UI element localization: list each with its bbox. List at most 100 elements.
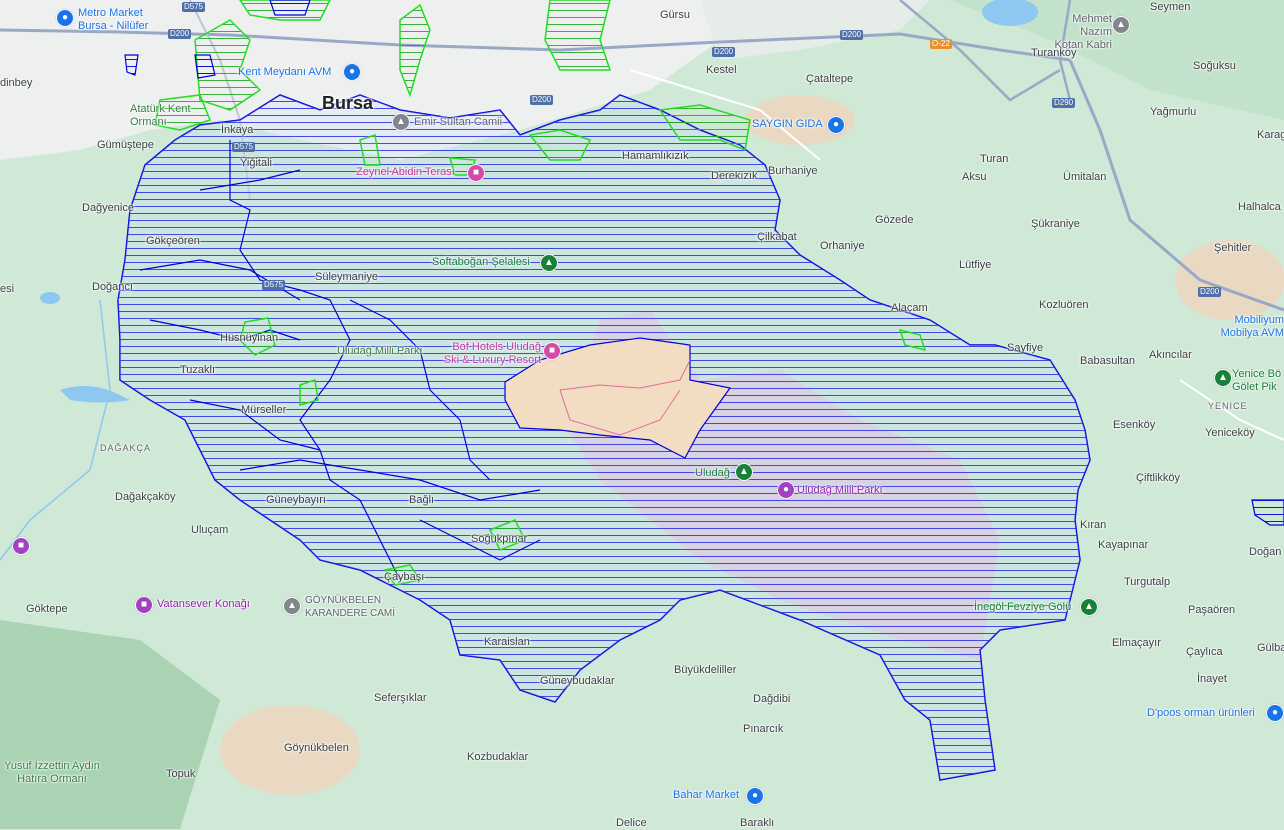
road-shield: D200 [1198,287,1222,297]
mosque-icon[interactable]: ▲ [1112,16,1130,34]
place-label: Gürsu [660,9,690,21]
place-label: Kestel [706,64,737,76]
place-label: Kozbudaklar [467,751,529,763]
place-label: Çiftlikköy [1136,472,1181,484]
place-label: Tuzaklı [180,364,216,376]
road-shield: D200 [712,47,736,57]
poi-label[interactable]: Softaboğan Şelalesi [432,256,530,269]
poi-label[interactable]: Mehmet Nazım Kotan Kabri [1054,13,1112,52]
road-shield: D200 [840,30,864,40]
hotel-icon[interactable]: ■ [543,342,561,360]
place-label: Mürseller [241,404,287,416]
poi-label[interactable]: Emir Sultan Camii [414,116,502,129]
place-label: Göynükbelen [284,742,349,754]
poi-label[interactable]: Yusuf İzzettin Aydın Hatıra Ormanı [0,760,104,786]
place-label: İnkaya [221,124,254,136]
poi-label[interactable]: İnegöl Fevziye Gölü [974,601,1071,614]
region-label: DAĞAKÇA [100,443,152,453]
poi-label[interactable]: Bahar Market [673,789,739,802]
place-label: Dağdibi [753,693,791,705]
place-label: Seferşıklar [374,692,427,704]
poi-label[interactable]: D'poos orman ürünleri [1147,707,1255,720]
place-label: Çataltepe [806,73,854,85]
place-label: Aksu [962,171,987,183]
place-label: Kozluören [1039,299,1089,311]
shopping-bag-icon[interactable]: ● [827,116,845,134]
place-label: Gözede [875,214,914,226]
place-label: Delice [616,817,647,829]
place-label: Doğan [1249,546,1282,558]
place-label: Seymen [1150,1,1191,13]
road-shield: D575 [262,280,286,290]
road-shield: O-22 [930,39,952,49]
road-shield: D290 [1052,98,1076,108]
place-label: Şükraniye [1031,218,1080,230]
poi-label[interactable]: Zeynel Abidin Terası [356,166,455,179]
museum-icon[interactable]: ■ [135,596,153,614]
tree-icon[interactable]: ▲ [1214,369,1232,387]
place-label: Karag [1257,129,1284,141]
place-label: Ümitalan [1063,171,1107,183]
road-shield: D200 [168,29,192,39]
place-label: Alaçam [891,302,928,314]
poi-label[interactable]: Yenice Bö Gölet Pik [1232,368,1284,394]
place-label: Soğukpınar [471,533,528,545]
poi-label[interactable]: Kent Meydanı AVM [238,66,331,79]
poi-label[interactable]: SAYGIN GIDA [752,118,823,131]
poi-label[interactable]: Uludağ [695,467,730,480]
place-label: Bağlı [409,494,435,506]
poi-label[interactable]: Uludağ Milli Parkı [797,484,883,497]
mosque-icon[interactable]: ▲ [392,113,410,131]
place-label: Halhalca [1238,201,1281,213]
poi-label[interactable]: Mobiliyum Mobilya AVM [1208,314,1284,340]
poi-label[interactable]: Bof Hotels Uludağ Ski & Luxury Resort [437,341,541,367]
region-label: YENICE [1208,401,1248,411]
place-label: Hamamlıkızık [622,150,689,162]
place-label: Kıran [1080,519,1107,531]
place-label: Göktepe [26,603,68,615]
poi-label[interactable]: Metro Market Bursa - Nilüfer [78,7,168,33]
tree-icon[interactable]: ▲ [735,463,753,481]
place-label: Çaybaşı [384,571,425,583]
place-label: Derekızık [711,170,758,182]
city-label: Bursa [322,93,374,113]
place-label: Akıncılar [1149,349,1192,361]
tree-icon[interactable]: ▲ [540,254,558,272]
place-label: Topuk [166,768,196,780]
shopping-bag-icon[interactable]: ● [746,787,764,805]
place-label: Turan [980,153,1009,165]
hotel-icon[interactable]: ■ [467,164,485,182]
shopping-bag-icon[interactable]: ● [343,63,361,81]
landmark-icon[interactable]: ● [777,481,795,499]
shopping-bag-icon[interactable]: ● [56,9,74,27]
poi-label[interactable]: GÖYNÜKBELEN KARANDERE CAMİ [305,594,405,620]
place-label: Yağmurlu [1150,106,1197,118]
place-label: Lütfiye [959,259,992,271]
place-label: Gökçeören [146,235,200,247]
shopping-bag-icon[interactable]: ● [1266,704,1284,722]
place-label: Pınarcık [743,723,784,735]
mosque-icon[interactable]: ▲ [283,597,301,615]
lake [40,292,60,304]
place-label: İnayet [1197,673,1227,685]
road-shield: D575 [232,142,256,152]
poi-label[interactable]: Uludağ Milli Parkı [337,345,423,358]
place-label: Dağakçaköy [115,491,176,503]
road-shield: D200 [530,95,554,105]
road-shield: D575 [182,2,206,12]
poi-label[interactable]: Vatansever Konağı [157,598,250,611]
place-label: Paşaören [1188,604,1236,616]
museum-icon[interactable]: ■ [12,537,30,555]
tree-icon[interactable]: ▲ [1080,598,1098,616]
poi-label[interactable]: Atatürk Kent Ormanı [130,103,200,129]
place-label: Orhaniye [820,240,865,252]
place-label: Yiğitali [240,157,272,169]
protected-area-fragment [124,54,139,76]
place-label: Çilkabat [757,231,797,243]
place-label: Kayapınar [1098,539,1149,551]
place-label: Hüsnüyinan [220,332,279,344]
place-label: Sayfiye [1007,342,1044,354]
place-label: Dağyenice [82,202,134,214]
place-label: Soğuksu [1193,60,1236,72]
place-label: Büyükdeliller [674,664,737,676]
